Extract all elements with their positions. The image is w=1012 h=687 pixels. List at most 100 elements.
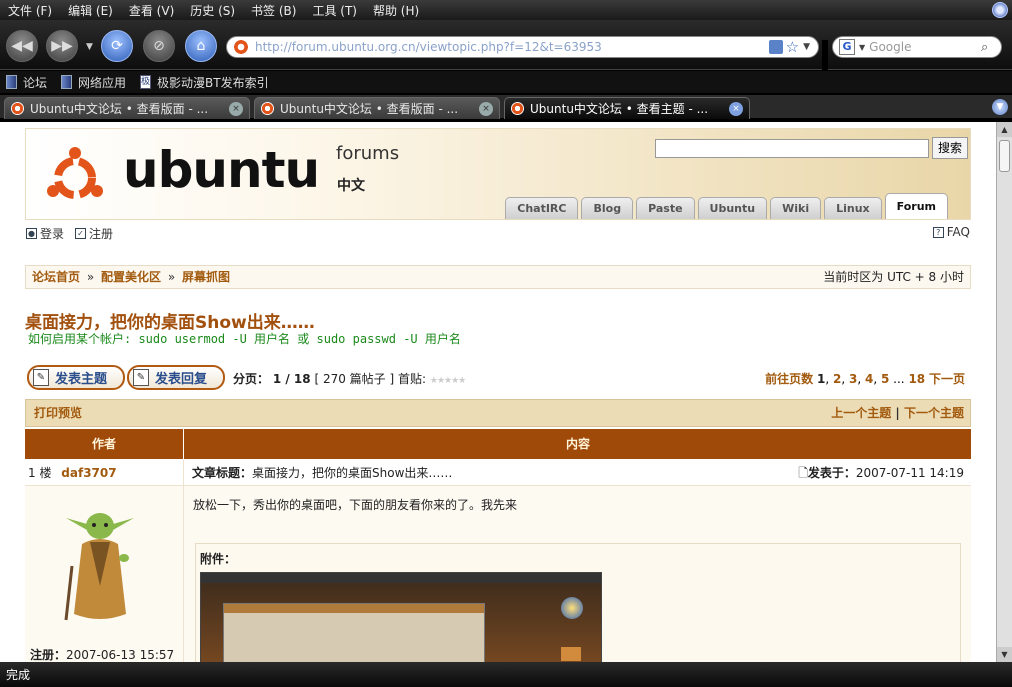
post-count: [ 270 篇帖子 ] <box>314 372 395 386</box>
pagination-info: 分页： 1 / 18 [ 270 篇帖子 ] 首贴: ★★★★★ <box>233 370 466 387</box>
page-link[interactable]: 3 <box>849 372 857 386</box>
bookmark-forum[interactable]: 论坛 <box>6 74 47 91</box>
screenshot-window <box>223 603 485 662</box>
login-icon: ● <box>26 228 37 239</box>
stop-button[interactable]: ⊘ <box>143 30 175 62</box>
nav-tab-paste[interactable]: Paste <box>636 197 695 219</box>
tab-3-active[interactable]: Ubuntu中文论坛 • 查看主题 - ... × <box>504 97 750 119</box>
post-table-header: 作者 内容 <box>25 429 971 459</box>
forum-header: ubuntu forums 中文 搜索 ChatIRC Blog Paste U… <box>25 128 971 220</box>
menu-bookmarks[interactable]: 书签 (B) <box>243 2 304 19</box>
register-label: 注册 <box>89 227 114 241</box>
tab-close-icon[interactable]: × <box>729 101 743 116</box>
address-bar[interactable]: http://forum.ubuntu.org.cn/viewtopic.php… <box>226 36 819 58</box>
new-topic-button[interactable]: ✎ 发表主题 <box>27 365 125 390</box>
bookmark-network-apps[interactable]: 网络应用 <box>61 74 126 91</box>
timezone-text: 当前时区为 UTC + 8 小时 <box>823 270 964 284</box>
nav-tab-forum[interactable]: Forum <box>884 193 948 219</box>
post-author[interactable]: daf3707 <box>61 466 116 480</box>
forum-search-button[interactable]: 搜索 <box>932 137 968 159</box>
home-button[interactable]: ⌂ <box>185 30 217 62</box>
menu-history[interactable]: 历史 (S) <box>182 2 243 19</box>
url-text[interactable]: http://forum.ubuntu.org.cn/viewtopic.php… <box>249 40 769 54</box>
scroll-up-icon[interactable]: ▲ <box>997 122 1012 137</box>
bookmark-label: 网络应用 <box>78 75 127 90</box>
posted-value: 2007-07-11 14:19 <box>855 466 964 480</box>
scroll-down-icon[interactable]: ▼ <box>997 647 1012 662</box>
topic-nav: 上一个主题 | 下一个主题 <box>831 400 964 426</box>
history-dropdown-icon[interactable]: ▼ <box>86 42 93 52</box>
crumb-screenshots[interactable]: 屏幕抓图 <box>182 270 230 284</box>
page-link-current: 1 <box>816 372 826 386</box>
back-arrow-icon: ◀◀ <box>11 38 33 54</box>
menu-help[interactable]: 帮助 (H) <box>365 2 427 19</box>
nav-tab-ubuntu[interactable]: Ubuntu <box>697 197 768 219</box>
register-icon: ✓ <box>75 228 86 239</box>
bookmark-bt-index[interactable]: 极极影动漫BT发布索引 <box>140 74 269 91</box>
tab-1[interactable]: Ubuntu中文论坛 • 查看版面 - ... × <box>4 97 250 119</box>
menu-tools[interactable]: 工具 (T) <box>304 2 365 19</box>
page-link[interactable]: 2 <box>833 372 841 386</box>
bookmark-star-icon[interactable]: ☆ <box>786 38 799 56</box>
crumb-index[interactable]: 论坛首页 <box>32 270 80 284</box>
reload-button[interactable]: ⟳ <box>101 30 133 62</box>
engine-dropdown-icon[interactable]: ▼ <box>859 43 865 52</box>
page-ellipsis: ... <box>893 372 905 386</box>
print-preview-link[interactable]: 打印预览 <box>34 406 82 420</box>
search-magnifier-icon[interactable]: ⌕ <box>981 40 1001 55</box>
new-topic-label: 发表主题 <box>55 372 108 387</box>
status-text: 完成 <box>6 668 31 682</box>
tab-favicon-icon <box>511 102 524 115</box>
register-link[interactable]: ✓ 注册 <box>75 225 113 242</box>
login-row: ● 登录 ✓ 注册 ? FAQ <box>25 225 971 243</box>
goto-page-link[interactable]: 前往页数 <box>765 372 813 386</box>
posted-label: 发表于： <box>807 466 856 480</box>
tab-close-icon[interactable]: × <box>479 101 493 116</box>
next-topic-link[interactable]: 下一个主题 <box>904 406 964 420</box>
page-link[interactable]: 4 <box>865 372 873 386</box>
menu-file[interactable]: 文件 (F) <box>0 2 60 19</box>
post-subject: 文章标题：桌面接力，把你的桌面Show出来…… <box>192 460 452 486</box>
list-all-tabs-icon[interactable]: ▼ <box>992 99 1008 115</box>
search-placeholder[interactable]: Google <box>869 40 981 54</box>
post-time: 🗋发表于：2007-07-11 14:19 <box>798 460 964 486</box>
screenshot-panel <box>201 573 601 583</box>
login-link[interactable]: ● 登录 <box>26 225 64 242</box>
tab-title: Ubuntu中文论坛 • 查看版面 - ... <box>280 102 459 116</box>
bookmark-label: 论坛 <box>23 75 48 90</box>
nav-tab-linux[interactable]: Linux <box>824 197 882 219</box>
search-bar[interactable]: G ▼ Google ⌕ <box>832 36 1002 58</box>
menu-view[interactable]: 查看 (V) <box>121 2 182 19</box>
faq-label: FAQ <box>946 225 970 239</box>
back-button[interactable]: ◀◀ <box>6 30 38 62</box>
tab-2[interactable]: Ubuntu中文论坛 • 查看版面 - ... × <box>254 97 500 119</box>
faq-link[interactable]: ? FAQ <box>932 225 970 239</box>
prev-topic-link[interactable]: 上一个主题 <box>831 406 891 420</box>
next-page-link[interactable]: 下一页 <box>929 372 965 386</box>
page-content: ubuntu forums 中文 搜索 ChatIRC Blog Paste U… <box>0 122 996 662</box>
tab-favicon-icon <box>261 102 274 115</box>
attachment-screenshot[interactable] <box>200 572 602 662</box>
forward-button[interactable]: ▶▶ <box>46 30 78 62</box>
crumb-separator: » <box>167 270 176 284</box>
screenshot-firefox-icon <box>561 597 583 619</box>
nav-tab-blog[interactable]: Blog <box>581 197 634 219</box>
crumb-customize[interactable]: 配置美化区 <box>101 270 161 284</box>
author-profile: 注册：2007-06-13 15:57 <box>25 486 184 662</box>
reply-button[interactable]: ✎ 发表回复 <box>127 365 225 390</box>
page-link-last[interactable]: 18 <box>908 372 925 386</box>
crumb-separator: » <box>86 270 95 284</box>
tab-close-icon[interactable]: × <box>229 101 243 116</box>
menu-edit[interactable]: 编辑 (E) <box>60 2 121 19</box>
reply-label: 发表回复 <box>155 372 208 387</box>
nav-tab-wiki[interactable]: Wiki <box>770 197 822 219</box>
google-engine-icon[interactable]: G <box>839 39 855 55</box>
url-dropdown-icon[interactable]: ▼ <box>803 42 810 52</box>
scrollbar-thumb[interactable] <box>999 140 1010 172</box>
nav-tab-chatirc[interactable]: ChatIRC <box>505 197 579 219</box>
page-link[interactable]: 5 <box>881 372 889 386</box>
author-avatar[interactable] <box>60 496 140 624</box>
forum-search-input[interactable] <box>655 139 929 158</box>
rss-feed-icon[interactable] <box>768 40 783 54</box>
vertical-scrollbar[interactable]: ▲ ▼ <box>996 122 1012 662</box>
